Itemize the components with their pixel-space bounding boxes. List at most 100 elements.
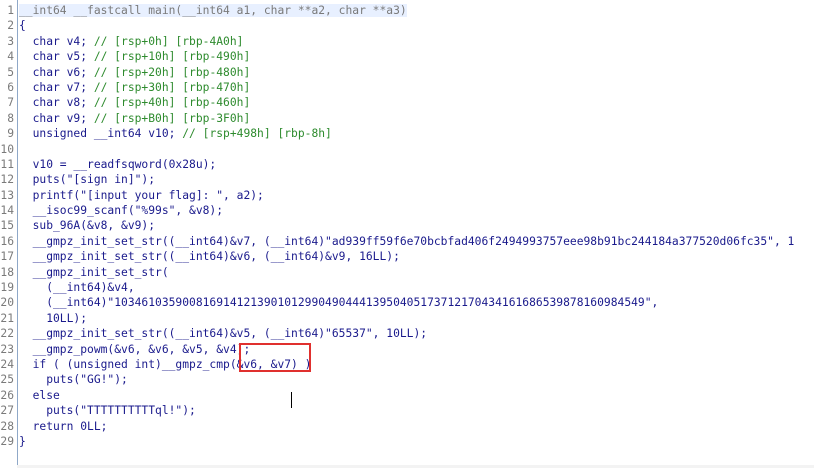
line-number: 28 bbox=[0, 419, 14, 433]
code-line[interactable]: 16 __gmpz_init_set_str((__int64)&v7, (__… bbox=[0, 234, 814, 249]
code-token: char v9; bbox=[19, 111, 94, 125]
code-token: } bbox=[19, 434, 26, 448]
line-number: 29 bbox=[0, 434, 14, 448]
code-line[interactable]: 6 char v7; // [rsp+30h] [rbp-470h] bbox=[0, 80, 814, 95]
code-line[interactable]: 13 printf("[input your flag]: ", a2); bbox=[0, 188, 814, 203]
code-text: sub_96A(&v8, &v9); bbox=[19, 219, 155, 232]
code-line[interactable]: 28 return 0LL; bbox=[0, 419, 814, 434]
pseudocode-editor[interactable]: 1 __int64 __fastcall main(__int64 a1, cha… bbox=[0, 0, 814, 468]
code-text: printf("[input your flag]: ", a2); bbox=[19, 189, 264, 202]
line-number: 18 bbox=[0, 265, 14, 279]
code-text: if ( (unsigned int)__gmpz_cmp(&v6, &v7) … bbox=[19, 357, 312, 371]
line-number: 2 bbox=[7, 19, 14, 33]
code-line[interactable]: 1 __int64 __fastcall main(__int64 a1, cha… bbox=[0, 3, 814, 18]
code-line[interactable]: 23 __gmpz_powm(&v6, &v6, &v5, &v4); bbox=[0, 342, 814, 357]
code-line[interactable]: 14 __isoc99_scanf("%99s", &v8); bbox=[0, 203, 814, 218]
code-line[interactable]: 12 puts("[sign in]"); bbox=[0, 172, 814, 187]
code-text: char v8; // [rsp+40h] [rbp-460h] bbox=[19, 96, 251, 110]
code-text: __gmpz_init_set_str((__int64)&v7, (__int… bbox=[19, 235, 795, 248]
code-text: char v7; // [rsp+30h] [rbp-470h] bbox=[19, 81, 251, 94]
code-text: } bbox=[19, 435, 26, 448]
code-text: __isoc99_scanf("%99s", &v8); bbox=[19, 204, 223, 217]
code-token: sub_96A(&v8, &v9); bbox=[19, 219, 156, 233]
code-line[interactable]: 22 __gmpz_init_set_str((__int64)&v5, (__… bbox=[0, 326, 814, 341]
line-number: 1 bbox=[7, 4, 14, 17]
code-comment: // [rsp+40h] [rbp-460h] bbox=[93, 96, 251, 110]
line-number: 4 bbox=[7, 50, 14, 64]
code-text: (__int64)"103461035900816914121390101299… bbox=[19, 296, 658, 309]
code-line[interactable]: 5 char v6; // [rsp+20h] [rbp-480h] bbox=[0, 65, 814, 80]
code-token: char v4; bbox=[19, 34, 94, 48]
code-line[interactable]: 10 bbox=[0, 142, 814, 157]
code-line[interactable]: 27 puts("TTTTTTTTTTql!"); bbox=[0, 403, 814, 418]
code-line[interactable]: 11 v10 = __readfsqword(0x28u); bbox=[0, 157, 814, 172]
code-token: printf("[input your flag]: ", a2); bbox=[19, 188, 264, 202]
code-token: __gmpz_init_set_str((__int64)&v5, (__int… bbox=[19, 327, 428, 341]
code-comment: // [rsp+20h] [rbp-480h] bbox=[93, 65, 251, 79]
code-line[interactable]: 3 char v4; // [rsp+0h] [rbp-4A0h] bbox=[0, 34, 814, 49]
code-text: __gmpz_init_set_str((__int64)&v5, (__int… bbox=[19, 327, 427, 340]
code-token: { bbox=[19, 19, 26, 33]
code-token: char v8; bbox=[19, 96, 94, 110]
code-token: puts("[sign in]"); bbox=[19, 173, 156, 187]
code-line[interactable]: 15 sub_96A(&v8, &v9); bbox=[0, 218, 814, 233]
line-number: 9 bbox=[7, 127, 14, 141]
code-comment: // [rsp+498h] [rbp-8h] bbox=[182, 127, 332, 141]
code-line[interactable]: 4 char v5; // [rsp+10h] [rbp-490h] bbox=[0, 49, 814, 64]
code-line[interactable]: 24 if ( (unsigned int)__gmpz_cmp(&v6, &v… bbox=[0, 357, 814, 372]
code-line[interactable]: 20 (__int64)"103461035900816914121390101… bbox=[0, 295, 814, 310]
line-number: 19 bbox=[0, 281, 14, 295]
line-number: 16 bbox=[0, 234, 14, 248]
code-text: else bbox=[19, 389, 60, 402]
line-number: 6 bbox=[7, 80, 14, 94]
line-number: 5 bbox=[7, 65, 14, 79]
code-token: else bbox=[19, 388, 60, 402]
code-line[interactable]: 19 (__int64)&v4, bbox=[0, 280, 814, 295]
code-text: (__int64)&v4, bbox=[19, 281, 135, 295]
code-token: (__int64)&v4, bbox=[19, 281, 135, 295]
code-token: char v5; bbox=[19, 50, 94, 64]
line-number: 22 bbox=[0, 327, 14, 341]
code-text: __gmpz_init_set_str((__int64)&v6, (__int… bbox=[19, 250, 400, 263]
code-line[interactable]: 8 char v9; // [rsp+B0h] [rbp-3F0h] bbox=[0, 111, 814, 126]
code-text: __int64 __fastcall main(__int64 a1, char… bbox=[19, 4, 407, 17]
code-text: return 0LL; bbox=[19, 420, 108, 433]
code-text: char v5; // [rsp+10h] [rbp-490h] bbox=[19, 50, 251, 64]
code-text: __gmpz_init_set_str( bbox=[19, 266, 169, 279]
code-line[interactable]: 25 puts("GG!"); bbox=[0, 372, 814, 387]
code-comment: // [rsp+10h] [rbp-490h] bbox=[93, 50, 251, 64]
code-text: char v9; // [rsp+B0h] [rbp-3F0h] bbox=[19, 111, 251, 125]
line-number: 8 bbox=[7, 111, 14, 125]
code-line[interactable]: 21 10LL); bbox=[0, 311, 814, 326]
line-number: 15 bbox=[0, 219, 14, 233]
code-token: char v6; bbox=[19, 65, 94, 79]
code-comment: // [rsp+B0h] [rbp-3F0h] bbox=[93, 111, 251, 125]
code-token: v10 = __readfsqword(0x28u); bbox=[19, 157, 217, 171]
line-number: 20 bbox=[0, 296, 14, 310]
code-text: puts("TTTTTTTTTTql!"); bbox=[19, 404, 196, 417]
code-line[interactable]: 9 unsigned __int64 v10; // [rsp+498h] [r… bbox=[0, 126, 814, 141]
code-text: puts("[sign in]"); bbox=[19, 173, 155, 186]
code-line[interactable]: 26 else bbox=[0, 388, 814, 403]
line-number: 7 bbox=[7, 96, 14, 110]
code-line[interactable]: 17 __gmpz_init_set_str((__int64)&v6, (__… bbox=[0, 249, 814, 264]
line-number: 27 bbox=[0, 404, 14, 418]
code-token: __isoc99_scanf("%99s", &v8); bbox=[19, 204, 224, 218]
line-number: 21 bbox=[0, 311, 14, 325]
code-token: if ( (unsigned int)__gmpz_cmp(&v6, &v7) … bbox=[19, 357, 312, 371]
code-token: puts("GG!"); bbox=[19, 373, 128, 387]
code-text: v10 = __readfsqword(0x28u); bbox=[19, 157, 217, 171]
code-line[interactable]: 2{ bbox=[0, 18, 814, 33]
code-token: unsigned __int64 v10; bbox=[19, 127, 183, 141]
code-text: char v4; // [rsp+0h] [rbp-4A0h] bbox=[19, 34, 244, 48]
code-line[interactable]: 18 __gmpz_init_set_str( bbox=[0, 265, 814, 280]
code-token: __gmpz_powm(&v6, &v6, &v5, &v4); bbox=[19, 342, 251, 356]
code-line[interactable]: 29} bbox=[0, 434, 814, 449]
code-line[interactable]: 7 char v8; // [rsp+40h] [rbp-460h] bbox=[0, 95, 814, 110]
line-number: 11 bbox=[0, 157, 14, 171]
code-text: unsigned __int64 v10; // [rsp+498h] [rbp… bbox=[19, 127, 332, 140]
code-token: 10LL); bbox=[19, 311, 88, 325]
line-number: 12 bbox=[0, 173, 14, 187]
line-number: 26 bbox=[0, 388, 14, 402]
code-text: char v6; // [rsp+20h] [rbp-480h] bbox=[19, 65, 251, 79]
